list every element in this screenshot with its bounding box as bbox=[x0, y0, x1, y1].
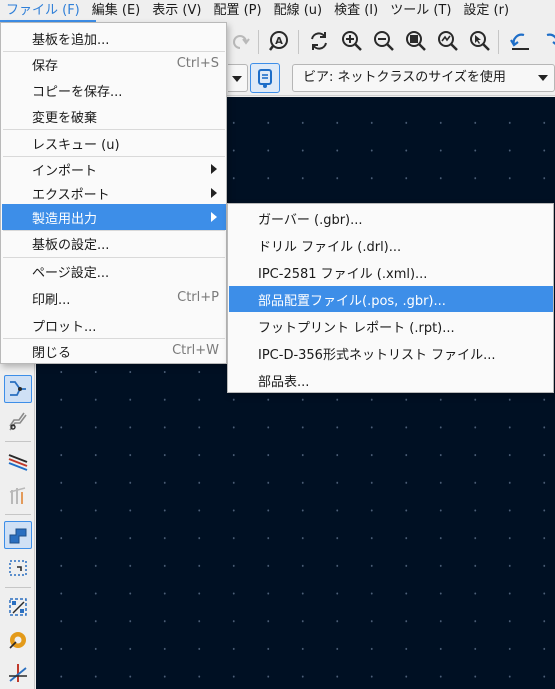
menu-item-label: 部品表... bbox=[258, 374, 310, 390]
menu-item-label: ドリル ファイル (.drl)... bbox=[258, 239, 402, 255]
menu-item-board-setup[interactable]: 基板の設定... bbox=[2, 230, 226, 256]
toolbar-separator bbox=[5, 441, 31, 442]
toolbar-separator bbox=[298, 30, 299, 54]
menu-edit[interactable]: 編集 (E) bbox=[86, 0, 147, 22]
menu-item-label: 部品配置ファイル(.pos, .gbr)... bbox=[258, 293, 446, 309]
redo-icon[interactable] bbox=[227, 28, 253, 54]
menu-item-label: 印刷... bbox=[32, 292, 71, 308]
menu-item-label: レスキュー (u) bbox=[32, 137, 120, 153]
menu-route[interactable]: 配線 (u) bbox=[268, 0, 329, 22]
submenu-item-gerbers[interactable]: ガーバー (.gbr)... bbox=[229, 205, 553, 231]
svg-text:A: A bbox=[275, 36, 283, 47]
rotate-ccw-icon[interactable] bbox=[507, 28, 533, 54]
menu-item-save-copy[interactable]: コピーを保存... bbox=[2, 77, 226, 103]
add-rule-area-icon[interactable] bbox=[4, 554, 32, 582]
menu-place[interactable]: 配置 (P) bbox=[207, 0, 267, 22]
menu-view[interactable]: 表示 (V) bbox=[146, 0, 207, 22]
zoom-objects-icon[interactable] bbox=[435, 28, 461, 54]
fabrication-outputs-submenu: ガーバー (.gbr)... ドリル ファイル (.drl)... IPC-25… bbox=[227, 203, 554, 393]
submenu-item-footprint-report[interactable]: フットプリント レポート (.rpt)... bbox=[229, 313, 553, 339]
zoom-out-icon[interactable] bbox=[371, 28, 397, 54]
menu-item-label: 変更を破棄 bbox=[32, 110, 98, 126]
menu-item-add-board[interactable]: 基板を追加... bbox=[2, 25, 226, 51]
menu-item-label: IPC-D-356形式ネットリスト ファイル... bbox=[258, 347, 496, 363]
menu-item-label: 基板を追加... bbox=[32, 32, 110, 48]
via-size-combo-label: ビア: ネットクラスのサイズを使用 bbox=[303, 70, 506, 85]
route-diff-pair-icon[interactable] bbox=[4, 408, 32, 436]
refresh-icon[interactable] bbox=[306, 28, 332, 54]
menu-inspect[interactable]: 検査 (I) bbox=[328, 0, 384, 22]
menu-item-save[interactable]: 保存 Ctrl+S bbox=[2, 51, 226, 77]
menu-item-label: ページ設定... bbox=[32, 265, 110, 281]
toolbar-separator bbox=[498, 30, 499, 54]
menu-item-revert[interactable]: 変更を破棄 bbox=[2, 103, 226, 129]
add-zone-icon[interactable] bbox=[4, 521, 32, 549]
toolbar-separator bbox=[258, 30, 259, 54]
menu-item-close[interactable]: 閉じる Ctrl+W bbox=[2, 338, 226, 364]
submenu-item-drill-files[interactable]: ドリル ファイル (.drl)... bbox=[229, 232, 553, 258]
file-menu: 基板を追加... 保存 Ctrl+S コピーを保存... 変更を破棄 レスキュー… bbox=[0, 22, 227, 364]
menu-item-label: フットプリント レポート (.rpt)... bbox=[258, 320, 455, 336]
zoom-in-icon[interactable] bbox=[339, 28, 365, 54]
zoom-fit-icon[interactable] bbox=[403, 28, 429, 54]
menu-item-label: 基板の設定... bbox=[32, 237, 110, 253]
submenu-item-component-placement[interactable]: 部品配置ファイル(.pos, .gbr)... bbox=[229, 286, 553, 312]
via-size-button[interactable] bbox=[250, 63, 280, 93]
menu-item-label: 製造用出力 bbox=[32, 211, 98, 227]
rotate-cw-icon[interactable] bbox=[538, 28, 555, 54]
zoom-selection-icon[interactable] bbox=[467, 28, 493, 54]
shortcut-text: Ctrl+S bbox=[176, 56, 219, 71]
menu-item-rescue[interactable]: レスキュー (u) bbox=[2, 130, 226, 156]
menu-item-label: プロット... bbox=[32, 319, 97, 335]
menu-item-import[interactable]: インポート bbox=[2, 156, 226, 182]
tune-length-icon[interactable] bbox=[4, 448, 32, 476]
menu-item-label: コピーを保存... bbox=[32, 84, 123, 100]
menu-item-label: IPC-2581 ファイル (.xml)... bbox=[258, 266, 428, 282]
menu-item-fabrication-outputs[interactable]: 製造用出力 bbox=[2, 204, 226, 230]
menu-item-label: エクスポート bbox=[32, 187, 110, 203]
submenu-item-ipc-2581[interactable]: IPC-2581 ファイル (.xml)... bbox=[229, 259, 553, 285]
add-pad-icon[interactable] bbox=[4, 626, 32, 654]
toolbar-separator bbox=[5, 587, 31, 588]
submenu-item-bom[interactable]: 部品表... bbox=[229, 367, 553, 393]
add-line-icon[interactable] bbox=[4, 659, 32, 687]
menu-item-label: 閉じる bbox=[32, 345, 72, 361]
via-size-combo[interactable]: ビア: ネットクラスのサイズを使用 bbox=[292, 64, 555, 92]
chevron-right-icon bbox=[211, 164, 217, 174]
chevron-down-icon bbox=[538, 75, 548, 81]
chevron-right-icon bbox=[211, 212, 217, 222]
menu-item-label: ガーバー (.gbr)... bbox=[258, 212, 363, 228]
route-track-icon[interactable] bbox=[4, 375, 32, 403]
menu-item-print[interactable]: 印刷... Ctrl+P bbox=[2, 285, 226, 311]
menu-file[interactable]: ファイル (F) bbox=[0, 0, 86, 22]
menu-item-label: インポート bbox=[32, 163, 98, 179]
menu-preferences[interactable]: 設定 (r) bbox=[457, 0, 515, 22]
menubar: ファイル (F) 編集 (E) 表示 (V) 配置 (P) 配線 (u) 検査 … bbox=[0, 0, 555, 22]
via-icon bbox=[258, 69, 272, 88]
submenu-item-ipc-d-356-netlist[interactable]: IPC-D-356形式ネットリスト ファイル... bbox=[229, 340, 553, 366]
chevron-down-icon bbox=[232, 76, 242, 82]
find-icon[interactable]: A bbox=[266, 28, 292, 54]
track-width-combo[interactable] bbox=[228, 64, 248, 92]
add-via-icon[interactable] bbox=[4, 593, 32, 621]
shortcut-text: Ctrl+P bbox=[177, 290, 219, 305]
menu-item-label: 保存 bbox=[32, 58, 59, 74]
menu-tools[interactable]: ツール (T) bbox=[384, 0, 457, 22]
menu-item-export[interactable]: エクスポート bbox=[2, 180, 226, 206]
menu-item-plot[interactable]: プロット... bbox=[2, 312, 226, 338]
tune-skew-icon[interactable] bbox=[4, 481, 32, 509]
menu-item-page-setup[interactable]: ページ設定... bbox=[2, 258, 226, 284]
chevron-right-icon bbox=[211, 188, 217, 198]
shortcut-text: Ctrl+W bbox=[172, 343, 219, 358]
toolbar-separator bbox=[5, 514, 31, 515]
